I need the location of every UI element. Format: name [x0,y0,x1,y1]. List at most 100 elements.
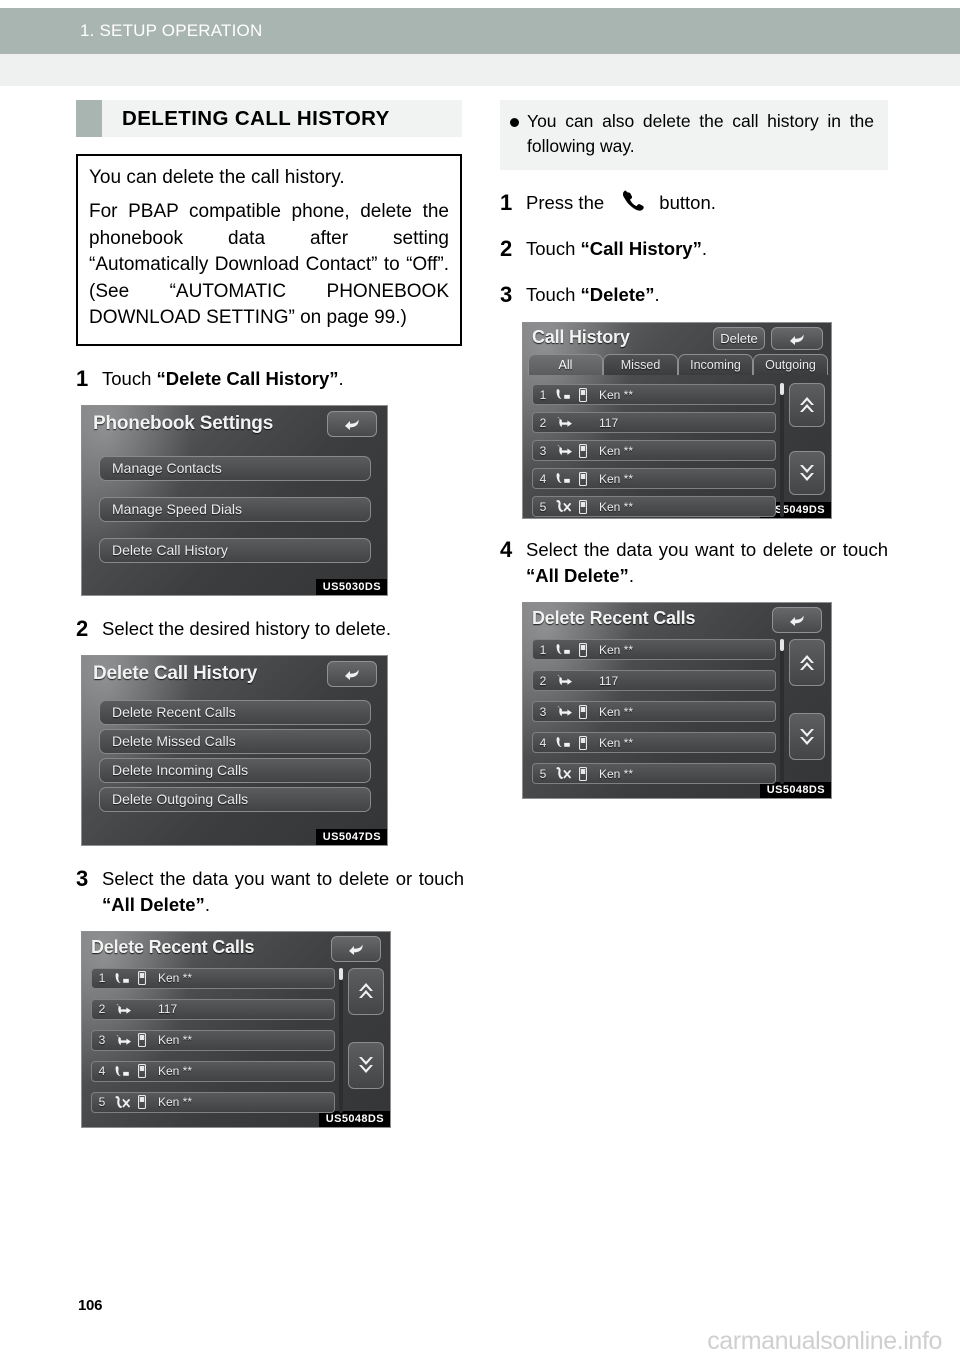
scrollbar-track[interactable] [780,639,784,784]
back-button[interactable] [771,327,823,350]
step-number: 2 [500,236,513,261]
back-arrow-icon [790,615,804,626]
call-list-row[interactable]: 4 Ken ** [532,732,776,753]
tab-missed[interactable]: Missed [603,354,678,375]
call-list-row[interactable]: 1 Ken ** [532,384,776,405]
section-header: DELETING CALL HISTORY [76,100,462,137]
scrollbar-track[interactable] [780,383,784,517]
row-index: 3 [98,1033,106,1047]
scroll-down-button[interactable] [348,1041,384,1089]
bullet-note-box: You can also delete the call history in … [500,100,888,170]
header-band [0,54,960,86]
left-step-1: 1 Touch “Delete Call History”. [76,366,464,392]
row-index: 2 [539,673,547,688]
step-text-post: . [654,284,660,305]
back-button[interactable] [331,935,381,962]
step-text: Select the desired history to delete. [102,617,391,639]
scroll-up-button[interactable] [789,639,825,686]
menu-item-delete-incoming-calls[interactable]: Delete Incoming Calls [99,757,371,783]
row-name: Ken ** [599,642,634,657]
screen-title: Delete Recent Calls [532,608,696,628]
delete-button[interactable]: Delete [713,327,765,350]
double-chevron-down-icon [800,728,814,745]
call-list-row[interactable]: 2 117 [91,998,335,1020]
scrollbar-track[interactable] [339,967,343,1113]
watermark: carmanualsonline.info [707,1327,942,1355]
incoming-call-icon [112,1065,134,1078]
step-text: Select the data you want to delete or to… [102,866,464,918]
call-list-row[interactable]: 5 Ken ** [91,1091,335,1113]
tab-outgoing[interactable]: Outgoing [753,354,828,375]
scrollbar-thumb[interactable] [780,383,784,395]
call-list-row[interactable]: 5 Ken ** [532,496,776,517]
scrollbar-thumb[interactable] [780,639,784,651]
menu-item-delete-call-history[interactable]: Delete Call History [99,537,371,563]
outgoing-call-icon [553,705,575,718]
row-index: 4 [539,471,547,486]
phone-handset-icon [623,190,645,212]
scrollbar-thumb[interactable] [339,967,343,980]
row-index: 5 [98,1095,106,1109]
tab-all[interactable]: All [528,354,603,375]
menu-item-label: Delete Call History [112,542,228,558]
page-number: 106 [78,1297,103,1314]
call-list-row[interactable]: 4 Ken ** [91,1060,335,1082]
row-index: 4 [539,735,547,750]
double-chevron-down-icon [800,465,814,481]
right-step-4: 4 Select the data you want to delete or … [500,537,888,589]
step-text-post: . [628,565,634,586]
call-list-row[interactable]: 3 Ken ** [532,440,776,461]
outgoing-call-icon [553,674,575,687]
step-number: 3 [500,282,513,307]
figure-code: US5047DS [315,828,387,845]
back-button[interactable] [327,410,377,437]
screen-title: Phonebook Settings [93,412,274,434]
step-number: 1 [500,190,513,215]
row-index: 1 [98,971,106,985]
left-step-2: 2 Select the desired history to delete. [76,616,464,642]
step-text-pre: Press the [526,192,610,213]
bullet-dot-icon [510,118,519,127]
call-list-row[interactable]: 2 117 [532,670,776,691]
menu-item-manage-contacts[interactable]: Manage Contacts [99,455,371,481]
call-history-tabs: All Missed Incoming Outgoing [528,354,828,375]
call-list-row[interactable]: 5 Ken ** [532,763,776,784]
note-intro-line: You can delete the call history. [89,167,345,188]
call-list-row[interactable]: 2 117 [532,412,776,433]
row-index: 3 [539,443,547,458]
scroll-down-button[interactable] [789,713,825,760]
menu-item-manage-speed-dials[interactable]: Manage Speed Dials [99,496,371,522]
menu-item-delete-outgoing-calls[interactable]: Delete Outgoing Calls [99,786,371,812]
step-text: Press the button. [526,190,888,216]
back-arrow-icon [349,944,363,955]
menu-item-delete-missed-calls[interactable]: Delete Missed Calls [99,728,371,754]
mobile-device-icon [575,766,591,781]
back-button[interactable] [327,660,377,687]
call-list-row[interactable]: 3 Ken ** [91,1029,335,1051]
back-button[interactable] [772,607,822,633]
step-text-bold: “All Delete” [102,893,205,915]
double-chevron-up-icon [800,654,814,670]
row-name: Ken ** [158,971,193,985]
menu-item-delete-recent-calls[interactable]: Delete Recent Calls [99,699,371,725]
chapter-title: 1. SETUP OPERATION [80,21,263,40]
step-text-pre: Touch [102,367,157,389]
outgoing-call-icon [553,444,575,457]
row-name: Ken ** [599,766,634,781]
step-text: Touch “Delete”. [526,282,888,308]
call-list-row[interactable]: 1 Ken ** [91,967,335,989]
mobile-device-icon [134,971,150,985]
back-arrow-icon [790,334,804,345]
back-arrow-icon [345,669,359,680]
incoming-call-icon [553,643,575,656]
scroll-up-button[interactable] [789,383,825,427]
tab-incoming[interactable]: Incoming [678,354,753,375]
outgoing-call-icon [112,1034,134,1047]
call-list-row[interactable]: 3 Ken ** [532,701,776,722]
scroll-up-button[interactable] [348,967,384,1015]
call-list-row[interactable]: 4 Ken ** [532,468,776,489]
scroll-down-button[interactable] [789,451,825,495]
call-list-row[interactable]: 1 Ken ** [532,639,776,660]
step-text-pre: Touch [526,284,581,305]
step-number: 4 [500,537,513,562]
